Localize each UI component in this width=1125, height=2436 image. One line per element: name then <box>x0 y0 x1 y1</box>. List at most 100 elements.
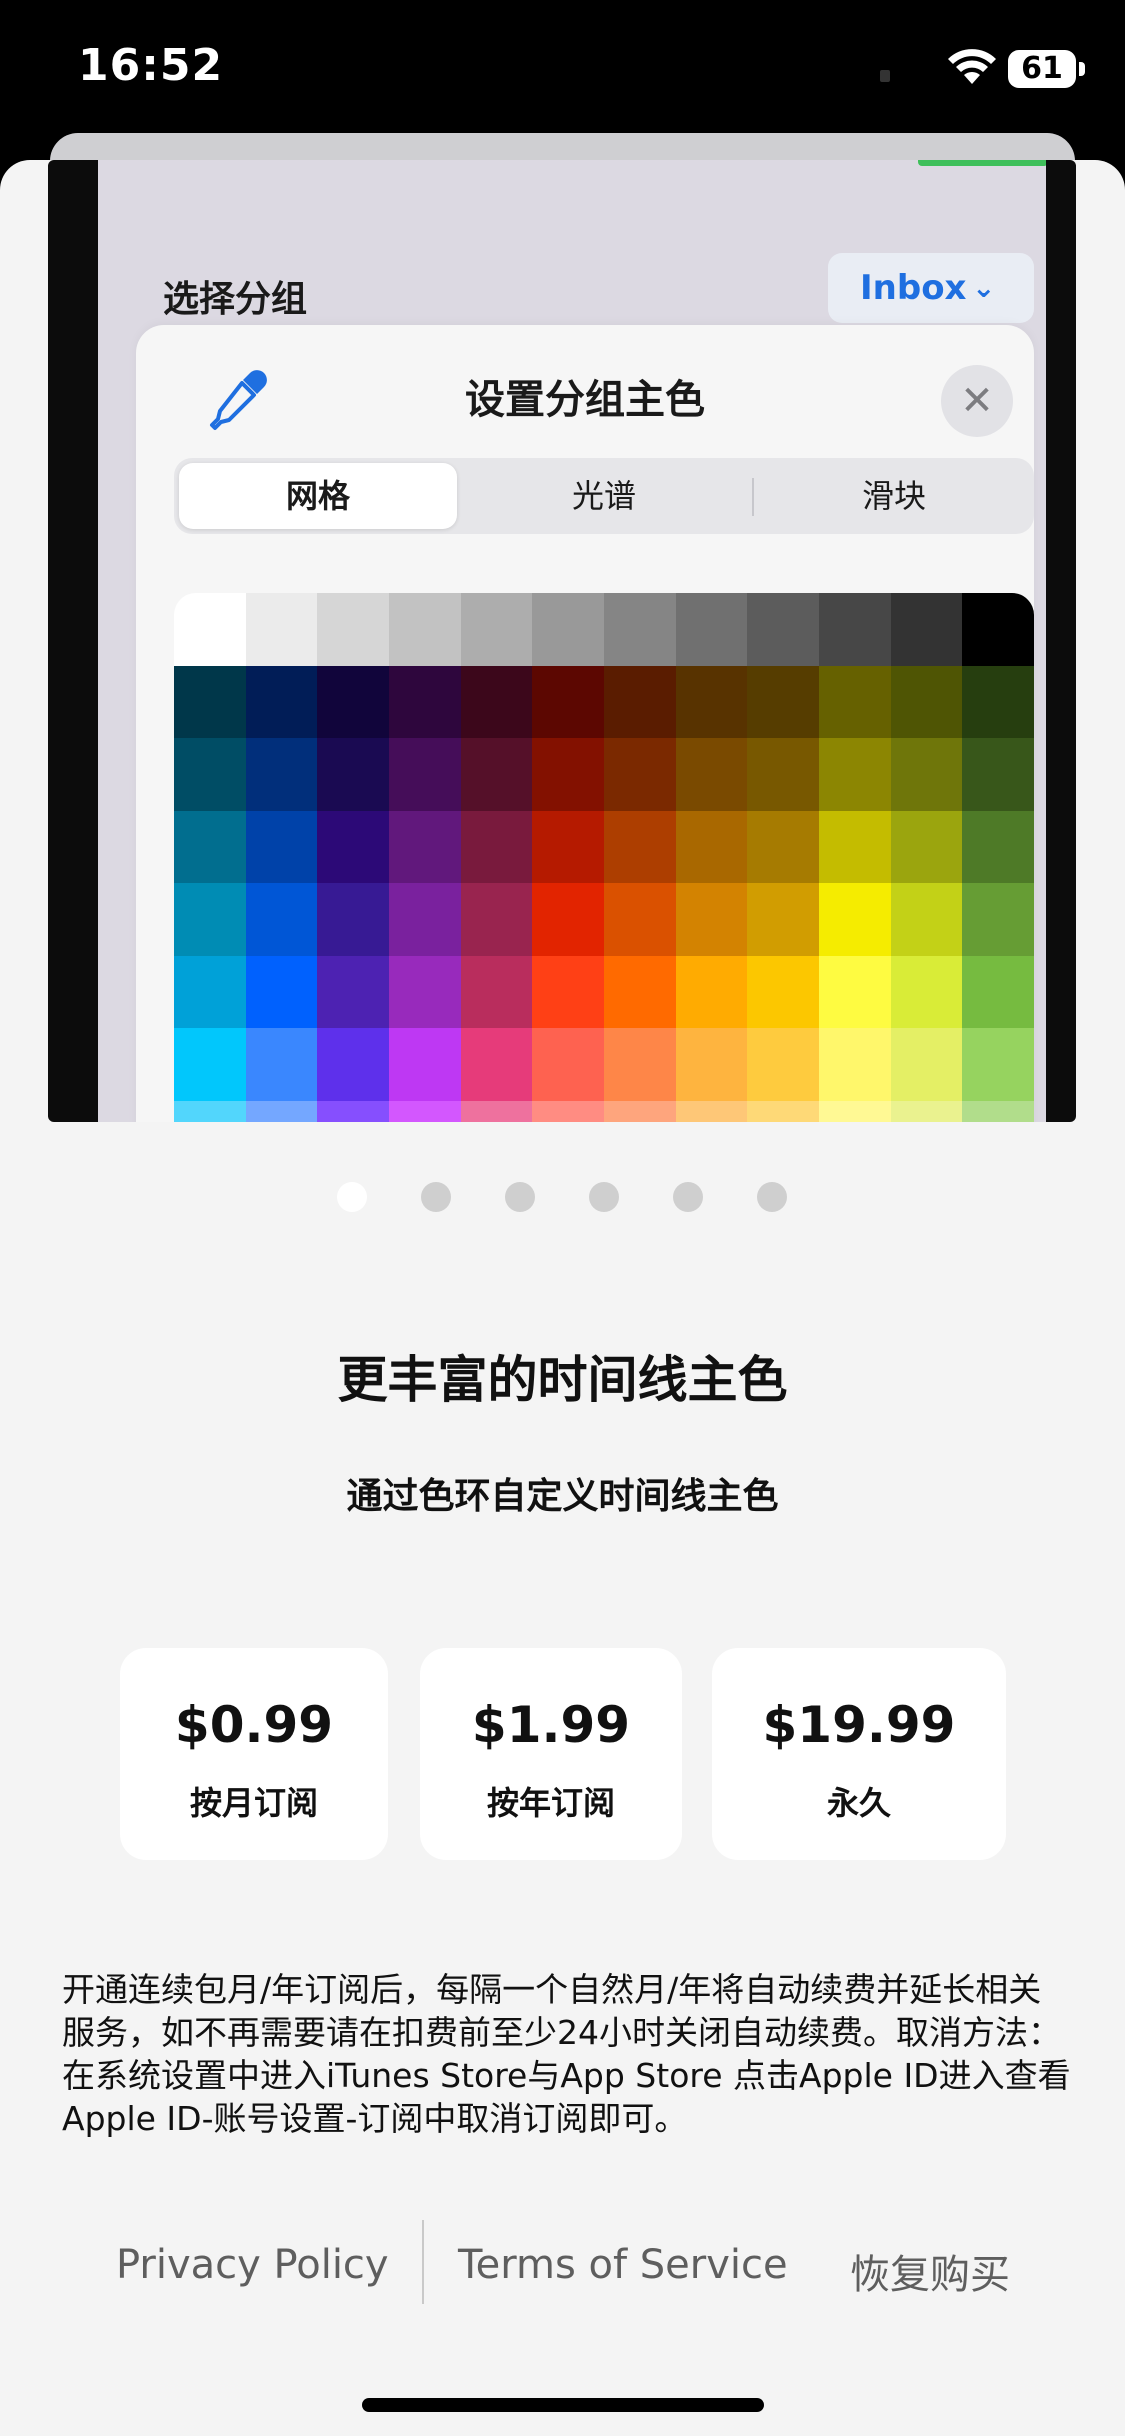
color-swatch[interactable] <box>174 665 246 738</box>
page-dot[interactable] <box>337 1182 367 1212</box>
color-swatch[interactable] <box>962 1100 1034 1122</box>
page-dot[interactable] <box>505 1182 535 1212</box>
color-swatch[interactable] <box>962 883 1034 956</box>
page-dot[interactable] <box>757 1182 787 1212</box>
color-swatch[interactable] <box>532 738 605 811</box>
color-swatch[interactable] <box>604 955 676 1028</box>
color-swatch[interactable] <box>675 883 748 956</box>
color-swatch[interactable] <box>747 955 820 1028</box>
color-swatch[interactable] <box>819 883 891 956</box>
color-swatch[interactable] <box>532 593 605 666</box>
plan-lifetime-card[interactable]: $19.99 永久 <box>712 1648 1006 1860</box>
privacy-policy-link[interactable]: Privacy Policy <box>116 2242 389 2288</box>
color-swatch[interactable] <box>962 593 1034 666</box>
color-swatch[interactable] <box>460 665 533 738</box>
color-swatch[interactable] <box>532 665 605 738</box>
color-swatch[interactable] <box>460 1028 533 1101</box>
color-swatch[interactable] <box>245 810 318 883</box>
color-swatch[interactable] <box>245 738 318 811</box>
color-swatch[interactable] <box>819 665 891 738</box>
restore-purchase-link[interactable]: 恢复购买 <box>850 2242 1010 2300</box>
color-swatch[interactable] <box>532 883 605 956</box>
color-swatch[interactable] <box>460 593 533 666</box>
color-swatch[interactable] <box>747 810 820 883</box>
color-swatch[interactable] <box>747 593 820 666</box>
terms-of-service-link[interactable]: Terms of Service <box>458 2242 788 2288</box>
color-swatch[interactable] <box>747 1100 820 1122</box>
color-swatch[interactable] <box>389 665 461 738</box>
color-swatch[interactable] <box>819 1028 891 1101</box>
color-swatch[interactable] <box>604 665 676 738</box>
color-swatch[interactable] <box>317 665 390 738</box>
color-swatch[interactable] <box>819 810 891 883</box>
page-dot[interactable] <box>673 1182 703 1212</box>
color-swatch[interactable] <box>245 665 318 738</box>
color-swatch[interactable] <box>604 738 676 811</box>
color-swatch[interactable] <box>890 665 963 738</box>
color-swatch[interactable] <box>389 738 461 811</box>
color-swatch[interactable] <box>532 1100 605 1122</box>
color-swatch[interactable] <box>532 955 605 1028</box>
color-swatch[interactable] <box>962 738 1034 811</box>
color-swatch[interactable] <box>317 1028 390 1101</box>
page-dot[interactable] <box>589 1182 619 1212</box>
color-swatch[interactable] <box>174 883 246 956</box>
color-swatch[interactable] <box>174 810 246 883</box>
color-swatch[interactable] <box>245 883 318 956</box>
color-swatch[interactable] <box>245 593 318 666</box>
tab-spectrum[interactable]: 光谱 <box>464 463 744 529</box>
color-swatch[interactable] <box>532 1028 605 1101</box>
color-swatch[interactable] <box>747 738 820 811</box>
color-swatch[interactable] <box>317 738 390 811</box>
close-button[interactable]: ✕ <box>941 365 1013 437</box>
color-swatch[interactable] <box>890 1100 963 1122</box>
color-swatch[interactable] <box>389 883 461 956</box>
color-swatch[interactable] <box>604 1028 676 1101</box>
color-swatch[interactable] <box>460 883 533 956</box>
color-swatch[interactable] <box>460 738 533 811</box>
color-swatch[interactable] <box>890 883 963 956</box>
color-swatch[interactable] <box>174 1100 246 1122</box>
color-swatch[interactable] <box>819 955 891 1028</box>
color-swatch[interactable] <box>890 810 963 883</box>
color-swatch[interactable] <box>604 593 676 666</box>
color-swatch[interactable] <box>962 665 1034 738</box>
color-swatch[interactable] <box>604 810 676 883</box>
color-swatch[interactable] <box>532 810 605 883</box>
plan-monthly-card[interactable]: $0.99 按月订阅 <box>120 1648 388 1860</box>
tab-sliders[interactable]: 滑块 <box>759 463 1029 529</box>
color-swatch[interactable] <box>675 738 748 811</box>
color-swatch[interactable] <box>389 593 461 666</box>
color-swatch[interactable] <box>389 1028 461 1101</box>
tab-grid[interactable]: 网格 <box>179 463 457 529</box>
color-swatch[interactable] <box>460 810 533 883</box>
color-swatch[interactable] <box>819 593 891 666</box>
color-swatch[interactable] <box>389 955 461 1028</box>
color-swatch[interactable] <box>389 810 461 883</box>
color-swatch[interactable] <box>174 738 246 811</box>
color-swatch[interactable] <box>460 1100 533 1122</box>
color-swatch[interactable] <box>675 1028 748 1101</box>
color-swatch[interactable] <box>604 883 676 956</box>
color-swatch[interactable] <box>174 955 246 1028</box>
color-swatch[interactable] <box>245 1028 318 1101</box>
color-swatch[interactable] <box>962 1028 1034 1101</box>
color-swatch[interactable] <box>747 1028 820 1101</box>
color-swatch[interactable] <box>747 883 820 956</box>
color-swatch[interactable] <box>174 593 246 666</box>
color-swatch[interactable] <box>962 955 1034 1028</box>
color-swatch[interactable] <box>675 665 748 738</box>
color-swatch[interactable] <box>317 810 390 883</box>
color-swatch[interactable] <box>890 1028 963 1101</box>
color-swatch[interactable] <box>317 593 390 666</box>
color-swatch[interactable] <box>317 883 390 956</box>
color-swatch[interactable] <box>675 593 748 666</box>
color-swatch[interactable] <box>245 1100 318 1122</box>
color-swatch[interactable] <box>890 593 963 666</box>
color-swatch[interactable] <box>675 955 748 1028</box>
color-swatch[interactable] <box>245 955 318 1028</box>
color-swatch[interactable] <box>890 955 963 1028</box>
page-dot[interactable] <box>421 1182 451 1212</box>
color-swatch[interactable] <box>819 738 891 811</box>
color-swatch[interactable] <box>675 810 748 883</box>
